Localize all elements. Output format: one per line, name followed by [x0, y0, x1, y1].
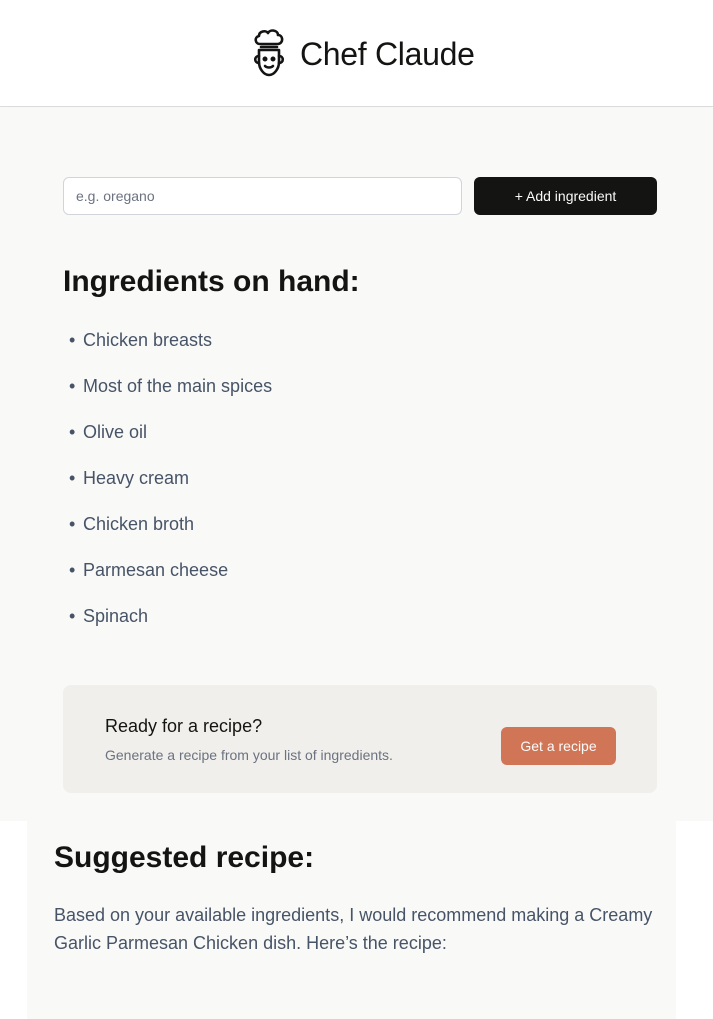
list-item: • Parmesan cheese: [63, 556, 272, 602]
recipe-heading: Suggested recipe:: [54, 841, 315, 874]
app-header: Chef Claude: [0, 0, 713, 107]
ingredient-label: Olive oil: [83, 422, 148, 442]
get-recipe-panel: Ready for a recipe? Generate a recipe fr…: [63, 685, 657, 793]
add-ingredient-button[interactable]: + Add ingredient: [474, 177, 657, 215]
bullet: •: [69, 330, 76, 350]
cta-subtitle: Generate a recipe from your list of ingr…: [105, 747, 393, 763]
ingredient-label: Chicken breasts: [83, 330, 213, 350]
suggested-recipe-section: Suggested recipe: Based on your availabl…: [27, 821, 676, 1019]
ingredient-label: Spinach: [83, 606, 149, 626]
list-item: • Olive oil: [63, 418, 272, 464]
ingredient-label: Parmesan cheese: [83, 560, 229, 580]
list-item: • Most of the main spices: [63, 372, 272, 418]
brand: Chef Claude: [248, 29, 475, 79]
app-title: Chef Claude: [300, 35, 475, 72]
bullet: •: [69, 606, 76, 626]
get-recipe-button[interactable]: Get a recipe: [501, 727, 616, 765]
chef-hat-icon: [248, 29, 290, 79]
list-item: • Heavy cream: [63, 464, 272, 510]
list-item: • Spinach: [63, 602, 272, 648]
bullet: •: [69, 376, 76, 396]
list-item: • Chicken broth: [63, 510, 272, 556]
ingredient-label: Chicken broth: [83, 514, 195, 534]
bullet: •: [69, 422, 76, 442]
ingredients-heading: Ingredients on hand:: [63, 265, 360, 298]
recipe-body: Based on your available ingredients, I w…: [54, 905, 653, 953]
bullet: •: [69, 468, 76, 488]
bullet: •: [69, 560, 76, 580]
main-content: + Add ingredient Ingredients on hand: • C…: [0, 108, 713, 821]
ingredients-list: • Chicken breasts • Most of the main spice…: [63, 326, 272, 648]
ingredient-input[interactable]: [63, 177, 462, 215]
cta-title: Ready for a recipe?: [105, 716, 263, 736]
ingredient-label: Heavy cream: [83, 468, 190, 488]
list-item: • Chicken breasts: [63, 326, 272, 372]
ingredient-label: Most of the main spices: [83, 376, 273, 396]
bullet: •: [69, 514, 76, 534]
